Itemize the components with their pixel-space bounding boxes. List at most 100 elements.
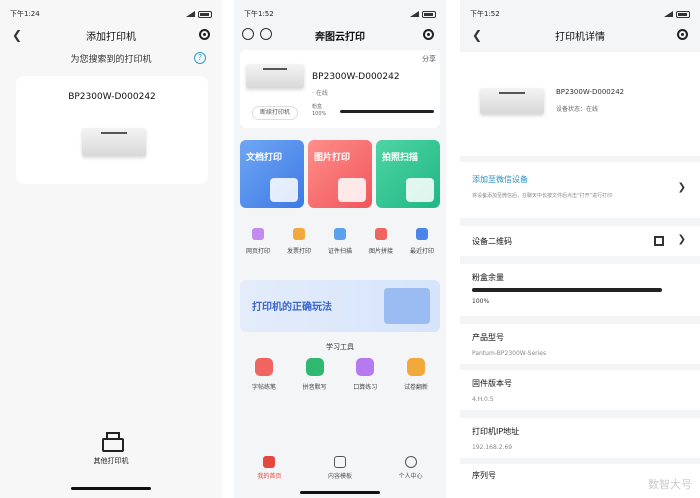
printer-detail-screen: 下午1:52 ❮ 打印机详情 BP2300W-D000242 设备状态：在线 添… [460, 0, 700, 498]
status-time: 下午1:24 [10, 10, 40, 18]
firmware-row: 固件版本号 4.H.0.5 [460, 370, 700, 410]
tab-profile[interactable]: 个人中心 [381, 456, 441, 486]
add-printer-screen: 下午1:24 ❮ 添加打印机 为您搜索到的打印机 ? BP2300W-D0002… [0, 0, 222, 498]
sub-image-stitch[interactable]: 图片拼接 [361, 228, 401, 255]
tab-label: 我的首页 [257, 473, 282, 480]
help-icon[interactable]: ? [194, 52, 206, 64]
scan-icon [406, 178, 434, 202]
tab-home[interactable]: 我的首页 [239, 456, 299, 486]
nav-bar: 奔图云打印 [234, 24, 446, 46]
serial-title: 序列号 [472, 471, 496, 480]
model-title: 产品型号 [472, 333, 504, 342]
pen-icon [255, 358, 273, 376]
function-tiles: 文档打印 图片打印 拍照扫描 [240, 140, 440, 208]
tile-photo-scan[interactable]: 拍照扫描 [376, 140, 440, 208]
home-icon [263, 456, 276, 468]
printer-image [82, 128, 146, 156]
firmware-value: 4.H.0.5 [472, 396, 494, 403]
battery-icon [676, 10, 690, 18]
sub-label: 证件扫描 [327, 248, 352, 255]
current-printer-card[interactable]: BP2300W-D000242 · 在线 断续打印机 粉盒 100% [240, 50, 440, 128]
invoice-icon [293, 228, 305, 240]
tab-templates[interactable]: 内容模板 [310, 456, 370, 486]
tool-math[interactable]: 口算练习 [343, 358, 387, 391]
tile-label: 文档打印 [246, 153, 283, 163]
toner-bar [340, 110, 434, 113]
sub-web-print[interactable]: 网页打印 [238, 228, 278, 255]
banner-text: 打印机的正确玩法 [252, 302, 332, 313]
toner-percent: 100% [312, 111, 327, 117]
add-wechat-desc: 将设备添加至微信后，在聊天中长按文件后点击“打开”进行打印 [472, 193, 613, 199]
pinyin-icon [305, 358, 324, 376]
add-wechat-row[interactable]: 添加至微信设备 将设备添加至微信后，在聊天中长按文件后点击“打开”进行打印 ❯ [460, 162, 700, 218]
back-icon[interactable]: ❮ [12, 28, 22, 42]
other-printer-button[interactable]: 其他打印机 [0, 432, 222, 466]
qr-title: 设备二维码 [472, 237, 512, 246]
tool-label: 试卷翻新 [403, 384, 428, 391]
chevron-right-icon: ❯ [677, 182, 686, 193]
user-icon [404, 456, 417, 468]
sub-invoice-print[interactable]: 发票打印 [279, 228, 319, 255]
sub-label: 发票打印 [286, 248, 311, 255]
printer-name: BP2300W-D000242 [68, 92, 156, 102]
back-icon[interactable]: ❮ [472, 28, 482, 42]
toner-row: 粉盒余量 100% [460, 264, 700, 316]
tile-label: 拍照扫描 [382, 153, 419, 163]
model-row: 产品型号 Pantum-BP2300W-Series [460, 324, 700, 364]
sub-id-scan[interactable]: 证件扫描 [320, 228, 360, 255]
share-button[interactable]: 分享 [422, 54, 436, 64]
grid-icon [333, 456, 346, 468]
toner-value: 100% [472, 298, 490, 305]
printer-header: BP2300W-D000242 设备状态：在线 [460, 52, 700, 156]
nav-bar: ❮ 打印机详情 [460, 24, 700, 46]
status-bar: 下午1:24 [10, 8, 212, 20]
printer-illustration [384, 288, 430, 324]
printer-image [246, 64, 304, 88]
printer-icon [100, 432, 124, 452]
home-indicator [71, 487, 151, 490]
exam-icon [406, 358, 425, 376]
tile-doc-print[interactable]: 文档打印 [240, 140, 304, 208]
ip-value: 192.168.2.69 [472, 444, 513, 451]
tools-title: 学习工具 [326, 343, 354, 351]
page-title: 打印机详情 [555, 31, 605, 43]
target-icon[interactable] [199, 29, 210, 40]
id-card-icon [334, 228, 346, 240]
printer-card[interactable]: BP2300W-D000242 [16, 76, 208, 184]
page-title: 添加打印机 [86, 31, 136, 43]
chevron-right-icon: ❯ [677, 234, 686, 245]
online-status: · 在线 [312, 90, 328, 97]
web-icon [252, 228, 264, 240]
promo-banner[interactable]: 打印机的正确玩法 [240, 280, 440, 332]
toner-label: 粉盒 [312, 104, 323, 110]
history-icon [416, 228, 428, 240]
add-wechat-title: 添加至微信设备 [472, 175, 528, 184]
tool-exam-refresh[interactable]: 试卷翻新 [394, 358, 438, 391]
target-icon[interactable] [677, 29, 688, 40]
found-label: 为您搜索到的打印机 [70, 55, 152, 65]
page-title: 奔图云打印 [315, 31, 365, 43]
grid-icon [375, 228, 387, 240]
target-icon[interactable] [423, 29, 434, 40]
toner-bar [472, 288, 662, 292]
qr-icon [654, 236, 664, 246]
toner-title: 粉盒余量 [472, 273, 504, 282]
toner-info: 粉盒 100% [312, 104, 326, 118]
sub-recent-print[interactable]: 最近打印 [402, 228, 442, 255]
status-bar: 下午1:52 [470, 8, 690, 20]
battery-icon [198, 10, 212, 18]
sub-label: 网页打印 [245, 248, 270, 255]
tile-image-print[interactable]: 图片打印 [308, 140, 372, 208]
document-icon [270, 178, 298, 202]
qr-row[interactable]: 设备二维码 ❯ [460, 226, 700, 256]
connect-printer-button[interactable]: 断续打印机 [252, 106, 298, 120]
ip-row: 打印机IP地址 192.168.2.69 [460, 418, 700, 458]
home-indicator [300, 491, 380, 494]
other-printer-label: 其他打印机 [93, 457, 129, 465]
tool-pinyin[interactable]: 拼音默写 [293, 358, 337, 391]
signal-icon [410, 11, 419, 17]
tool-copybook[interactable]: 字帖练笔 [242, 358, 286, 391]
signal-icon [186, 11, 195, 17]
watermark: 数智大号 [648, 478, 692, 491]
tab-label: 内容模板 [327, 473, 352, 480]
